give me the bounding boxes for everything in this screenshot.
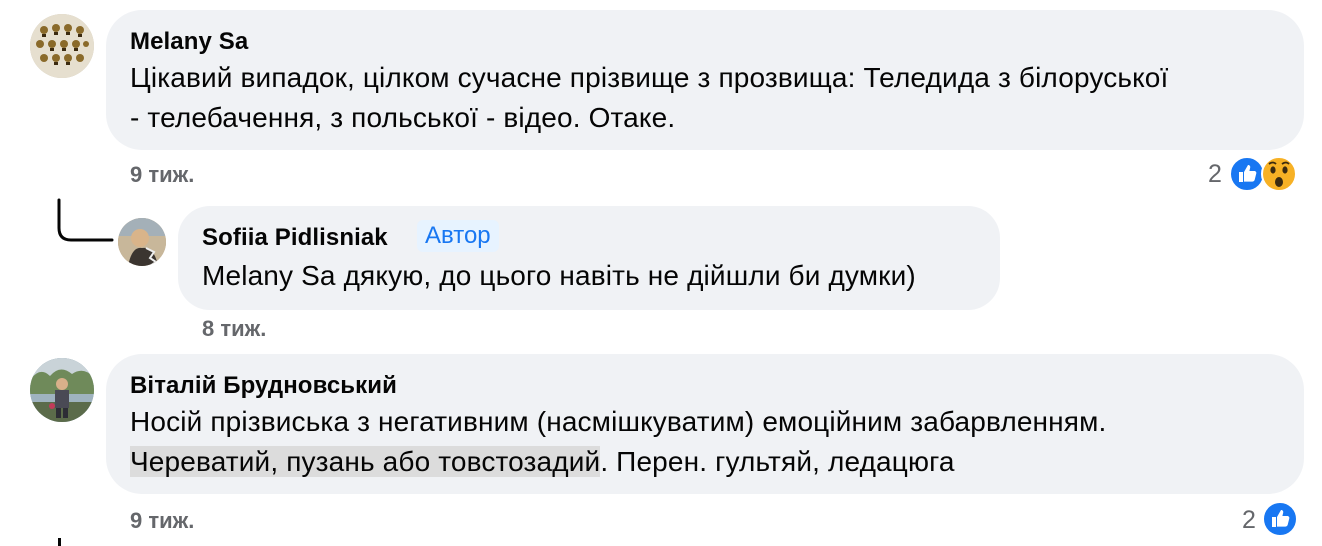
comment-text: Melany Sa дякую, до цього навіть не дійш… bbox=[202, 260, 916, 291]
wow-icon[interactable] bbox=[1260, 156, 1298, 197]
comment-author[interactable]: Sofiia Pidlisniak bbox=[202, 224, 388, 252]
author-badge: Автор bbox=[417, 220, 499, 252]
comment-timestamp[interactable]: 9 тиж. bbox=[130, 508, 194, 534]
comment-text-line: - телебачення, з польської - відео. Отак… bbox=[130, 102, 676, 133]
avatar[interactable] bbox=[30, 14, 94, 78]
comment-timestamp[interactable]: 9 тиж. bbox=[130, 162, 194, 188]
comment-text-rest: . Перен. гультяй, ледацюга bbox=[600, 446, 955, 477]
thread-line bbox=[58, 538, 61, 546]
comment-text-line: Носій прізвиська з негативним (насмішкув… bbox=[130, 406, 1107, 437]
comment-text-line: Цікавий випадок, цілком сучасне прізвище… bbox=[130, 62, 1169, 93]
comment-author[interactable]: Melany Sa bbox=[130, 28, 248, 56]
reaction-count[interactable]: 2 bbox=[1208, 160, 1222, 189]
reply-connector bbox=[57, 198, 114, 242]
reaction-count[interactable]: 2 bbox=[1242, 506, 1256, 535]
comment-timestamp[interactable]: 8 тиж. bbox=[202, 316, 266, 342]
highlighted-text: Череватий, пузань або товстозадий bbox=[130, 446, 601, 477]
comment-author[interactable]: Віталій Брудновський bbox=[130, 372, 397, 400]
avatar[interactable] bbox=[30, 358, 94, 422]
avatar[interactable] bbox=[118, 218, 166, 266]
like-icon[interactable] bbox=[1262, 501, 1298, 542]
comment-text-line: Череватий, пузань або товстозадий. Перен… bbox=[130, 440, 955, 484]
